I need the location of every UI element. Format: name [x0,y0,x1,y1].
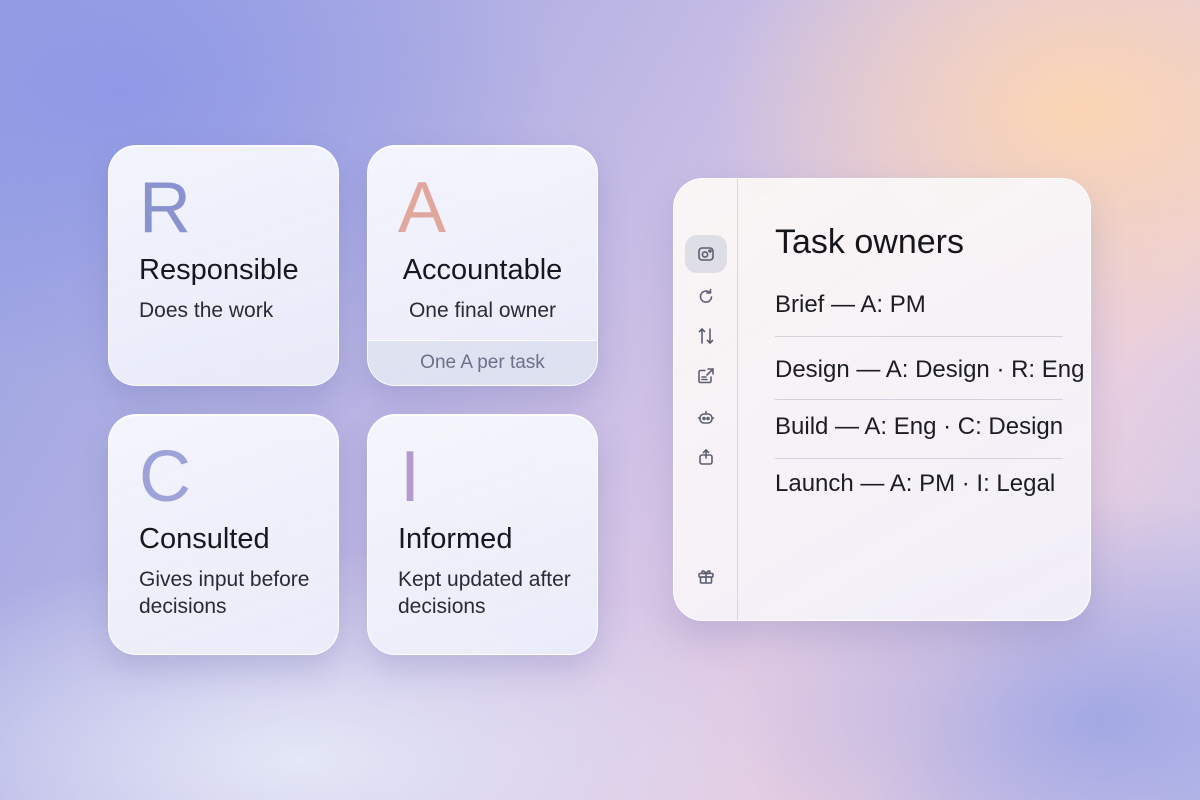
card-title: Responsible [139,254,299,286]
export-icon[interactable] [685,357,727,395]
card-description: Gives input before decisions [139,568,310,618]
card-description: Kept updated after decisions [398,568,571,618]
task-row-design[interactable]: Design — A: Design · R: Eng [775,356,1084,384]
panel-title: Task owners [775,223,964,261]
gift-icon[interactable] [685,557,727,595]
camera-settings-icon[interactable] [685,235,727,273]
row-divider [775,336,1063,337]
icon-rail [674,179,738,620]
raci-card-informed[interactable]: I Informed Kept updated after decisions [367,414,598,655]
task-row-build[interactable]: Build — A: Eng · C: Design [775,413,1063,441]
task-owners-panel: Task owners Brief — A: PM Design — A: De… [673,178,1091,621]
raci-card-accountable[interactable]: A Accountable One final owner One A per … [367,145,598,386]
row-divider [775,399,1063,400]
card-description: Does the work [139,299,274,322]
card-title: Accountable [402,254,563,286]
sort-icon[interactable] [685,317,727,355]
raci-card-consulted[interactable]: C Consulted Gives input before decisions [108,414,339,655]
card-title: Consulted [139,523,270,555]
row-divider [775,458,1063,459]
robot-icon[interactable] [685,398,727,436]
share-icon[interactable] [685,438,727,476]
card-letter: I [400,437,421,517]
task-row-brief[interactable]: Brief — A: PM [775,291,1063,319]
card-note: One A per task [368,340,597,385]
task-row-launch[interactable]: Launch — A: PM · I: Legal [775,470,1063,498]
card-description: One final owner [408,299,557,322]
card-title: Informed [398,523,513,555]
card-letter: R [139,168,191,248]
refresh-icon[interactable] [685,277,727,315]
card-letter: A [398,168,447,248]
card-letter: C [139,437,191,517]
raci-card-responsible[interactable]: R Responsible Does the work [108,145,339,386]
